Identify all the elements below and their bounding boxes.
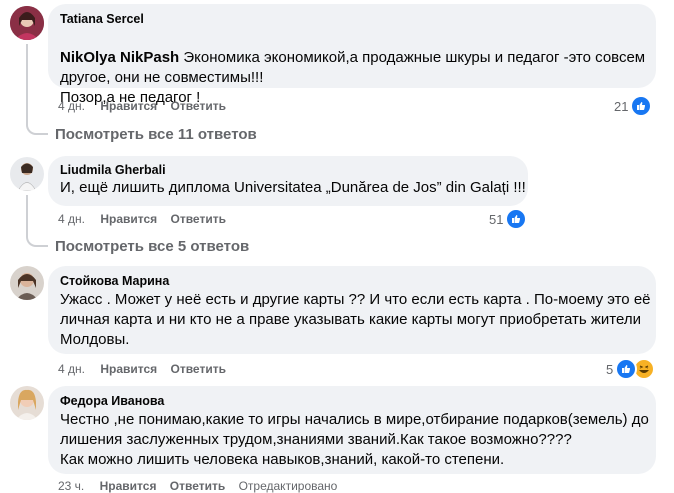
avatar[interactable] [10, 386, 44, 420]
comment-bubble: Tatiana Sercel NikOlya NikPash Экономика… [48, 4, 656, 106]
comment-text: NikOlya NikPash Экономика экономикой,а п… [60, 28, 650, 108]
comment-text: Ужасс . Может у неё есть и другие карты … [60, 291, 651, 348]
comment-time[interactable]: 4 дн. [58, 99, 85, 113]
avatar[interactable] [10, 157, 44, 191]
thumbs-up-icon [630, 95, 653, 117]
comment-time[interactable]: 4 дн. [58, 212, 85, 226]
reactions[interactable]: 5 [606, 358, 656, 380]
comment-meta: 4 дн. Нравится Ответить [58, 362, 226, 376]
comment-author[interactable]: Федора Иванова [60, 394, 164, 408]
comment-author[interactable]: Стойкова Марина [60, 274, 169, 288]
reply-button[interactable]: Ответить [171, 99, 226, 113]
thumbs-up-icon [615, 358, 638, 380]
avatar[interactable] [10, 266, 44, 300]
comment-text: И, ещё лишить диплома Universitatea „Dun… [60, 179, 526, 196]
reaction-count: 5 [606, 361, 614, 377]
reaction-count: 51 [489, 211, 504, 227]
comment-bubble: Стойкова Марина Ужасс . Может у неё есть… [48, 266, 656, 354]
like-button[interactable]: Нравится [100, 212, 157, 226]
mention-link[interactable]: NikOlya NikPash [60, 49, 179, 66]
comment-meta: 4 дн. Нравится Ответить [58, 212, 226, 226]
reactions[interactable]: 51 [489, 208, 528, 230]
thread-line [26, 195, 48, 247]
comment-author[interactable]: Liudmila Gherbali [60, 163, 166, 177]
comment-meta: 4 дн. Нравится Ответить [58, 99, 226, 113]
like-button[interactable]: Нравится [100, 99, 157, 113]
like-button[interactable]: Нравится [100, 362, 157, 376]
view-replies-link[interactable]: Посмотреть все 11 ответов [55, 126, 257, 143]
reply-button[interactable]: Ответить [171, 212, 226, 226]
comment-author[interactable]: Tatiana Sercel [60, 12, 144, 26]
thumbs-up-icon [505, 208, 528, 230]
reaction-count: 21 [614, 98, 629, 114]
comment-time[interactable]: 4 дн. [58, 362, 85, 376]
comment-bubble: Liudmila Gherbali И, ещё лишить диплома … [48, 156, 528, 206]
avatar[interactable] [10, 6, 44, 40]
comment-bubble: Федора Иванова Честно ,не понимаю,какие … [48, 386, 656, 474]
comment-text: Честно ,не понимаю,какие то игры началис… [60, 411, 649, 468]
view-replies-link[interactable]: Посмотреть все 5 ответов [55, 238, 249, 255]
reactions[interactable]: 21 [614, 95, 653, 117]
reply-button[interactable]: Ответить [171, 362, 226, 376]
thread-line [26, 44, 48, 135]
